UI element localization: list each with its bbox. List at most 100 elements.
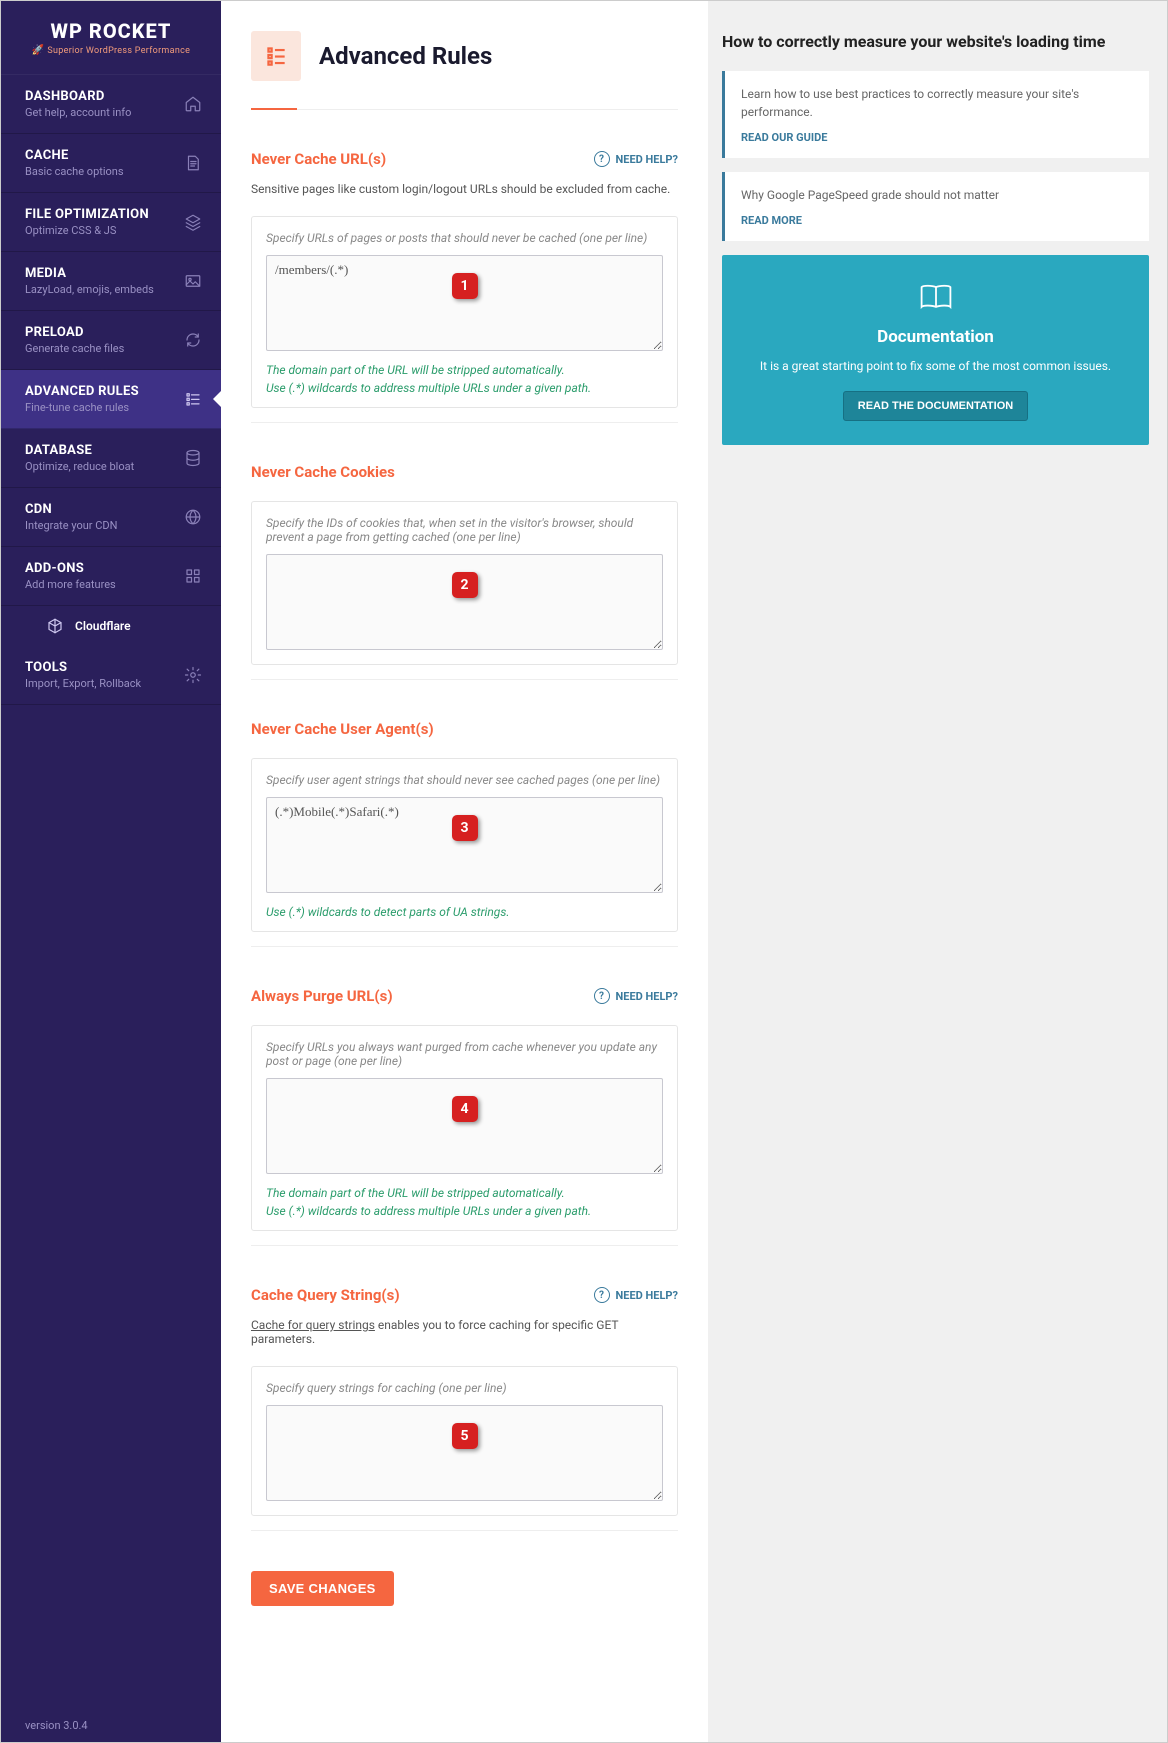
globe-icon	[183, 507, 203, 527]
section-title: Always Purge URL(s)	[251, 987, 393, 1005]
nav-title: DASHBOARD	[25, 89, 183, 104]
input-hint: Specify user agent strings that should n…	[266, 773, 663, 787]
input-box: Specify user agent strings that should n…	[251, 758, 678, 932]
book-icon	[918, 283, 954, 311]
nav-title: FILE OPTIMIZATION	[25, 207, 183, 222]
nav-title: Cloudflare	[75, 619, 131, 633]
nav-title: TOOLS	[25, 660, 183, 675]
marker-badge: 5	[452, 1423, 478, 1449]
help-label: NEED HELP?	[616, 1289, 679, 1302]
textarea-4[interactable]	[266, 1078, 663, 1174]
nav-desc: Optimize, reduce bloat	[25, 460, 183, 473]
nav-title: CACHE	[25, 148, 183, 163]
nav-desc: Get help, account info	[25, 106, 183, 119]
read-guide-link[interactable]: READ OUR GUIDE	[741, 131, 1133, 144]
need-help-link[interactable]: ?NEED HELP?	[594, 1287, 679, 1303]
layers-icon	[183, 212, 203, 232]
section-title: Never Cache URL(s)	[251, 150, 386, 168]
guide-card: Learn how to use best practices to corre…	[722, 71, 1149, 158]
sidebar-item-preload[interactable]: PRELOAD Generate cache files	[1, 311, 221, 370]
sidebar-item-dashboard[interactable]: DASHBOARD Get help, account info	[1, 75, 221, 134]
nav-title: ADVANCED RULES	[25, 384, 183, 399]
sliders-icon	[183, 389, 203, 409]
section-never-cache-cookies: Never Cache Cookies Specify the IDs of co…	[251, 463, 678, 680]
section-note: The domain part of the URL will be strip…	[266, 1184, 663, 1220]
input-hint: Specify URLs you always want purged from…	[266, 1040, 663, 1068]
nav-desc: Import, Export, Rollback	[25, 677, 183, 690]
input-box: Specify query strings for caching (one p…	[251, 1366, 678, 1516]
marker-badge: 3	[452, 815, 478, 841]
sidebar: WP ROCKET Superior WordPress Performance…	[1, 1, 221, 1742]
nav-title: DATABASE	[25, 443, 183, 458]
section-never-cache-url-s-: Never Cache URL(s)?NEED HELP?Sensitive p…	[251, 150, 678, 423]
sidebar-item-cache[interactable]: CACHE Basic cache options	[1, 134, 221, 193]
input-hint: Specify URLs of pages or posts that shou…	[266, 231, 663, 245]
section-always-purge-url-s-: Always Purge URL(s) ?NEED HELP? Specify UR…	[251, 987, 678, 1246]
gear-icon	[183, 665, 203, 685]
help-label: NEED HELP?	[616, 153, 679, 166]
save-button[interactable]: SAVE CHANGES	[251, 1571, 394, 1606]
section-never-cache-user-agent-s-: Never Cache User Agent(s)Specify user ag…	[251, 720, 678, 947]
read-more-link[interactable]: READ MORE	[741, 214, 1133, 227]
brand-logo: WP ROCKET Superior WordPress Performance	[1, 1, 221, 75]
sidebar-item-cdn[interactable]: CDN Integrate your CDN	[1, 488, 221, 547]
input-box: Specify URLs of pages or posts that shou…	[251, 216, 678, 408]
section-note: The domain part of the URL will be strip…	[266, 361, 663, 397]
sidebar-item-add-ons[interactable]: ADD-ONSAdd more features	[1, 547, 221, 606]
image-icon	[183, 271, 203, 291]
nav-desc: Basic cache options	[25, 165, 183, 178]
input-box: Specify URLs you always want purged from…	[251, 1025, 678, 1231]
marker-badge: 1	[452, 273, 478, 299]
marker-badge: 4	[452, 1096, 478, 1122]
input-box: Specify the IDs of cookies that, when se…	[251, 501, 678, 665]
read-documentation-button[interactable]: READ THE DOCUMENTATION	[843, 391, 1028, 421]
sidebar-item-cloudflare[interactable]: Cloudflare	[1, 606, 221, 646]
section-note: Use (.*) wildcards to detect parts of UA…	[266, 903, 663, 921]
sidebar-item-tools[interactable]: TOOLS Import, Export, Rollback	[1, 646, 221, 705]
section-title: Cache Query String(s)	[251, 1286, 400, 1304]
section-cache-query-string-s-: Cache Query String(s) ?NEED HELP? Cache fo…	[251, 1286, 678, 1531]
nav-title: MEDIA	[25, 266, 183, 281]
sidebar-item-advanced-rules[interactable]: ADVANCED RULES Fine-tune cache rules	[1, 370, 221, 429]
version-text: version 3.0.4	[1, 1709, 221, 1742]
textarea-5[interactable]	[266, 1405, 663, 1501]
doc-desc: It is a great starting point to fix some…	[742, 357, 1129, 375]
nav-desc: Optimize CSS & JS	[25, 224, 183, 237]
help-icon: ?	[594, 151, 610, 167]
documentation-card: Documentation It is a great starting poi…	[722, 255, 1149, 445]
sidebar-item-media[interactable]: MEDIA LazyLoad, emojis, embeds	[1, 252, 221, 311]
query-strings-link[interactable]: Cache for query strings	[251, 1318, 375, 1332]
nav-desc: Generate cache files	[25, 342, 183, 355]
sidebar-item-database[interactable]: DATABASE Optimize, reduce bloat	[1, 429, 221, 488]
section-desc: Cache for query strings enables you to f…	[251, 1318, 678, 1346]
need-help-link[interactable]: ? NEED HELP?	[594, 151, 679, 167]
doc-title: Documentation	[742, 327, 1129, 347]
advanced-rules-icon	[251, 31, 301, 81]
right-title: How to correctly measure your website's …	[722, 31, 1149, 53]
textarea-2[interactable]	[266, 554, 663, 650]
guide-text: Learn how to use best practices to corre…	[741, 85, 1133, 121]
section-title: Never Cache Cookies	[251, 463, 395, 481]
input-hint: Specify query strings for caching (one p…	[266, 1381, 663, 1395]
nav-desc: Integrate your CDN	[25, 519, 183, 532]
nav-title: PRELOAD	[25, 325, 183, 340]
nav-title: CDN	[25, 502, 183, 517]
page-title: Advanced Rules	[319, 42, 492, 70]
right-sidebar: How to correctly measure your website's …	[708, 1, 1167, 1742]
nav-desc: LazyLoad, emojis, embeds	[25, 283, 183, 296]
nav-desc: Add more features	[25, 578, 183, 591]
input-hint: Specify the IDs of cookies that, when se…	[266, 516, 663, 544]
help-label: NEED HELP?	[616, 990, 679, 1003]
nav-desc: Fine-tune cache rules	[25, 401, 183, 414]
textarea-1[interactable]: /members/(.*)	[266, 255, 663, 351]
refresh-icon	[183, 330, 203, 350]
cube-icon	[45, 616, 65, 636]
pagespeed-card: Why Google PageSpeed grade should not ma…	[722, 172, 1149, 241]
page-header: Advanced Rules	[251, 31, 678, 110]
sidebar-item-file-optimization[interactable]: FILE OPTIMIZATION Optimize CSS & JS	[1, 193, 221, 252]
brand-tagline: Superior WordPress Performance	[21, 45, 201, 56]
textarea-3[interactable]: (.*)Mobile(.*)Safari(.*)	[266, 797, 663, 893]
file-icon	[183, 153, 203, 173]
need-help-link[interactable]: ?NEED HELP?	[594, 988, 679, 1004]
marker-badge: 2	[452, 572, 478, 598]
